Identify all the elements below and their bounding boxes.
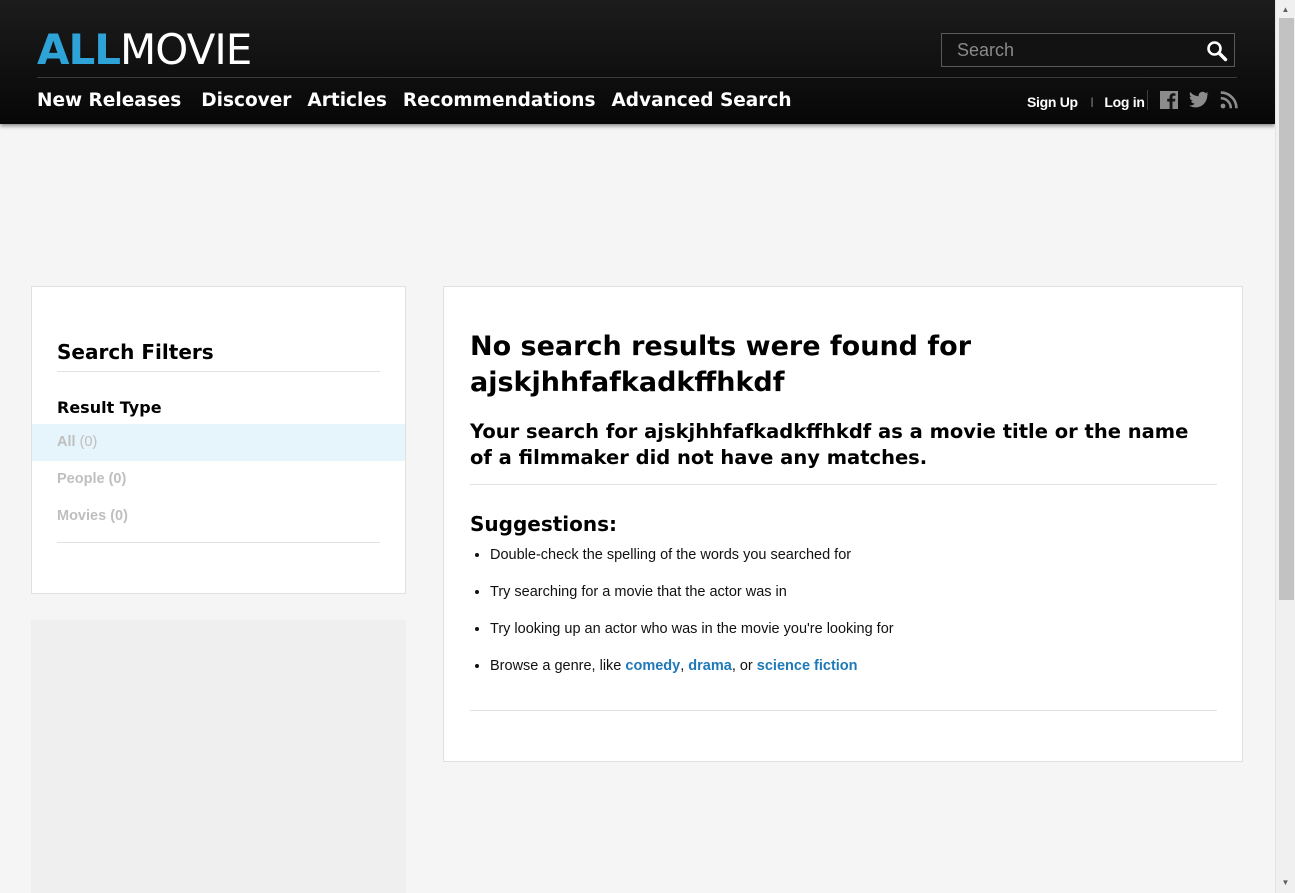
logo-movie-text: MOVIE <box>120 25 252 74</box>
filter-movies-label: Movies <box>57 508 107 524</box>
results-bottom-divider <box>470 710 1217 711</box>
scroll-down-arrow-icon[interactable]: ▼ <box>1276 874 1295 891</box>
search-box <box>941 33 1235 67</box>
search-results-panel: No search results were found for ajskjhh… <box>443 286 1243 762</box>
browse-genre-text: Browse a genre, like <box>490 658 626 674</box>
suggestion-item: Try looking up an actor who was in the m… <box>490 619 894 656</box>
genre-link-science-fiction[interactable]: science fiction <box>757 658 858 674</box>
nav-articles[interactable]: Articles <box>307 88 387 114</box>
genre-separator-or: , or <box>731 658 757 674</box>
genre-link-comedy[interactable]: comedy <box>625 658 680 674</box>
genre-link-drama[interactable]: drama <box>688 658 732 674</box>
no-results-message: Your search for ajskjhhfafkadkffhkdf as … <box>470 420 1189 469</box>
ad-placeholder <box>31 620 406 893</box>
filter-people-count: (0) <box>108 471 127 487</box>
results-divider <box>470 484 1217 485</box>
social-divider <box>1147 90 1148 110</box>
facebook-icon[interactable] <box>1160 91 1178 109</box>
filters-divider <box>57 371 380 372</box>
filter-all-count: (0) <box>79 434 98 450</box>
filter-all[interactable]: All (0) <box>32 424 405 461</box>
twitter-icon[interactable] <box>1189 91 1209 109</box>
search-filters-title: Search Filters <box>57 340 214 364</box>
log-in-link[interactable]: Log in <box>1104 94 1144 110</box>
suggestion-item-genres: Browse a genre, like comedy, drama, or s… <box>490 656 894 693</box>
filter-people-label: People <box>57 471 105 487</box>
no-results-heading: No search results were found for ajskjhh… <box>470 331 972 398</box>
nav-new-releases[interactable]: New Releases <box>37 88 181 114</box>
filter-people[interactable]: People (0) <box>32 461 405 498</box>
nav-advanced-search[interactable]: Advanced Search <box>611 88 791 114</box>
suggestion-item: Try searching for a movie that the actor… <box>490 582 894 619</box>
auth-links: Sign Up | Log in <box>1027 94 1145 110</box>
nav-discover[interactable]: Discover <box>201 88 291 114</box>
filters-bottom-divider <box>57 542 380 543</box>
search-filters-panel: Search Filters Result Type All (0) Peopl… <box>31 286 406 594</box>
sign-up-link[interactable]: Sign Up <box>1027 94 1078 110</box>
logo-all-text: ALL <box>37 25 121 74</box>
main-nav: New Releases Discover Articles Recommend… <box>37 88 808 114</box>
page-scrollbar[interactable]: ▲ ▼ <box>1275 0 1295 893</box>
filter-all-label: All <box>57 434 76 450</box>
auth-separator: | <box>1090 96 1094 108</box>
suggestions-heading: Suggestions: <box>470 512 618 536</box>
site-header: ALLMOVIE New Releases Discover Articles … <box>0 0 1275 124</box>
nav-recommendations[interactable]: Recommendations <box>403 88 596 114</box>
result-type-heading: Result Type <box>57 398 162 417</box>
filter-movies[interactable]: Movies (0) <box>32 498 405 535</box>
suggestion-item: Double-check the spelling of the words y… <box>490 545 894 582</box>
suggestions-list: Double-check the spelling of the words y… <box>470 545 894 693</box>
header-divider <box>37 77 1237 78</box>
search-icon[interactable] <box>1206 40 1228 62</box>
allmovie-logo[interactable]: ALLMOVIE <box>37 25 252 74</box>
scroll-up-arrow-icon[interactable]: ▲ <box>1276 1 1295 18</box>
search-input[interactable] <box>942 34 1202 66</box>
filter-movies-count: (0) <box>110 508 128 524</box>
scroll-thumb[interactable] <box>1279 18 1294 600</box>
rss-icon[interactable] <box>1220 91 1238 109</box>
